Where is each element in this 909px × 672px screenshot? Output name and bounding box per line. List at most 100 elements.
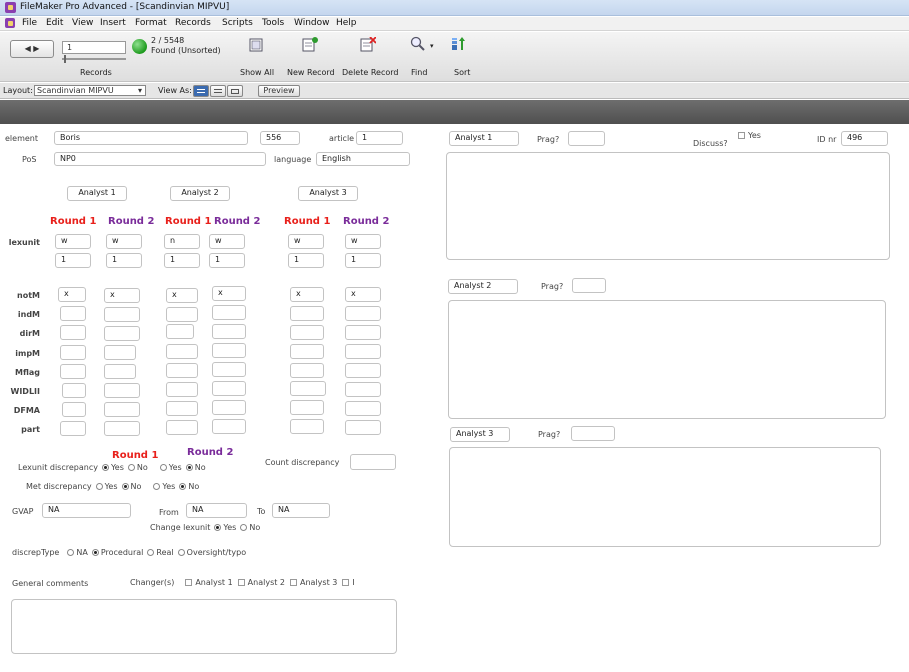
grid-field[interactable] [62, 402, 86, 417]
grid-field[interactable] [166, 324, 194, 339]
notm-a3-r1-field[interactable]: x [290, 287, 324, 302]
notm-a1-r2-field[interactable]: x [104, 288, 140, 303]
delete-record-icon[interactable] [360, 37, 376, 52]
id-nr-field[interactable]: 496 [841, 131, 888, 146]
grid-field[interactable] [290, 381, 326, 396]
grid-field[interactable] [345, 382, 381, 397]
grid-field[interactable] [345, 325, 381, 340]
notm-a2-r1-field[interactable]: x [166, 288, 198, 303]
grid-field[interactable] [345, 363, 381, 378]
record-number-input[interactable]: 1 [62, 41, 126, 54]
discrep-type-procedural-radio[interactable] [91, 549, 99, 556]
sort-button[interactable]: Sort [454, 68, 470, 77]
grid-field[interactable] [212, 324, 246, 339]
analyst-2-notes-textarea[interactable] [448, 300, 886, 419]
notm-a2-r2-field[interactable]: x [212, 286, 246, 301]
table-view-button[interactable] [227, 85, 243, 97]
grid-field[interactable] [166, 420, 198, 435]
menu-insert[interactable]: Insert [100, 18, 126, 28]
lexunit-count-a2-r2-field[interactable]: 1 [209, 253, 245, 268]
met-disc-r2-no-radio[interactable] [179, 483, 187, 490]
lexunit-count-a3-r2-field[interactable]: 1 [345, 253, 381, 268]
menu-help[interactable]: Help [336, 18, 357, 28]
grid-field[interactable] [290, 419, 324, 434]
find-magnifier-icon[interactable] [410, 36, 426, 51]
lexunit-a2-r2-field[interactable]: w [209, 234, 245, 249]
grid-field[interactable] [60, 364, 86, 379]
menu-window[interactable]: Window [294, 18, 330, 28]
menu-tools[interactable]: Tools [262, 18, 284, 28]
analyst-1-notes-textarea[interactable] [446, 152, 890, 260]
to-field[interactable]: NA [272, 503, 330, 518]
analyst-3-notes-textarea[interactable] [449, 447, 881, 547]
menu-view[interactable]: View [72, 18, 93, 28]
count-discrepancy-field[interactable] [350, 454, 396, 470]
delete-record-button[interactable]: Delete Record [342, 68, 398, 77]
lexunit-disc-r2-no-radio[interactable] [185, 464, 193, 471]
article-field[interactable]: 1 [356, 131, 403, 145]
grid-field[interactable] [290, 400, 324, 415]
lexunit-a2-r1-field[interactable]: n [164, 234, 200, 249]
grid-field[interactable] [104, 421, 140, 436]
lexunit-disc-r1-no-radio[interactable] [127, 464, 135, 471]
discrep-type-oversight-radio[interactable] [177, 549, 185, 556]
changer-analyst-3-checkbox[interactable] [290, 579, 298, 586]
grid-field[interactable] [290, 306, 324, 321]
change-lexunit-yes-radio[interactable] [214, 524, 222, 531]
grid-field[interactable] [290, 344, 324, 359]
lexunit-count-a3-r1-field[interactable]: 1 [288, 253, 324, 268]
grid-field[interactable] [212, 419, 246, 434]
gvap-field[interactable]: NA [42, 503, 131, 518]
record-navigation-control[interactable]: ◀ ▶ [10, 40, 54, 58]
form-view-button[interactable] [193, 85, 209, 97]
grid-field[interactable] [60, 306, 86, 321]
lexunit-count-a1-r2-field[interactable]: 1 [106, 253, 142, 268]
grid-field[interactable] [104, 383, 140, 398]
grid-field[interactable] [60, 325, 86, 340]
changer-analyst-1-checkbox[interactable] [185, 579, 193, 586]
from-field[interactable]: NA [186, 503, 247, 518]
changer-i-checkbox[interactable] [342, 579, 350, 586]
grid-field[interactable] [290, 325, 324, 340]
grid-field[interactable] [212, 381, 246, 396]
met-disc-r1-no-radio[interactable] [121, 483, 129, 490]
notm-a1-r1-field[interactable]: x [58, 287, 86, 302]
grid-field[interactable] [60, 421, 86, 436]
discuss-yes-checkbox[interactable] [738, 132, 745, 139]
grid-field[interactable] [104, 307, 140, 322]
met-disc-r2-yes-radio[interactable] [153, 483, 161, 490]
grid-field[interactable] [104, 326, 140, 341]
grid-field[interactable] [104, 364, 136, 379]
analyst-2-prag-field[interactable] [572, 278, 606, 293]
menu-scripts[interactable]: Scripts [222, 18, 253, 28]
layout-select[interactable]: Scandinvian MIPVU ▾ [34, 85, 146, 96]
grid-field[interactable] [345, 401, 381, 416]
find-dropdown-arrow-icon[interactable]: ▾ [430, 42, 434, 50]
grid-field[interactable] [345, 306, 381, 321]
new-record-icon[interactable] [302, 37, 318, 52]
preview-button[interactable]: Preview [258, 85, 300, 97]
menu-records[interactable]: Records [175, 18, 211, 28]
lexunit-a3-r1-field[interactable]: w [288, 234, 324, 249]
general-comments-textarea[interactable] [11, 599, 397, 654]
change-lexunit-no-radio[interactable] [240, 524, 248, 531]
lexunit-count-a1-r1-field[interactable]: 1 [55, 253, 91, 268]
grid-field[interactable] [166, 307, 198, 322]
notm-a3-r2-field[interactable]: x [345, 287, 381, 302]
sort-icon[interactable] [451, 36, 467, 51]
grid-field[interactable] [104, 345, 136, 360]
lexunit-a1-r1-field[interactable]: w [55, 234, 91, 249]
grid-field[interactable] [166, 401, 198, 416]
grid-field[interactable] [166, 344, 198, 359]
met-disc-r1-yes-radio[interactable] [95, 483, 103, 490]
analyst-1-prag-field[interactable] [568, 131, 605, 146]
show-all-icon[interactable] [249, 38, 265, 53]
menu-edit[interactable]: Edit [46, 18, 63, 28]
lexunit-disc-r2-yes-radio[interactable] [159, 464, 167, 471]
document-icon[interactable] [5, 18, 15, 28]
discrep-type-real-radio[interactable] [147, 549, 155, 556]
grid-field[interactable] [60, 345, 86, 360]
changer-analyst-2-checkbox[interactable] [237, 579, 245, 586]
grid-field[interactable] [62, 383, 86, 398]
grid-field[interactable] [166, 382, 198, 397]
